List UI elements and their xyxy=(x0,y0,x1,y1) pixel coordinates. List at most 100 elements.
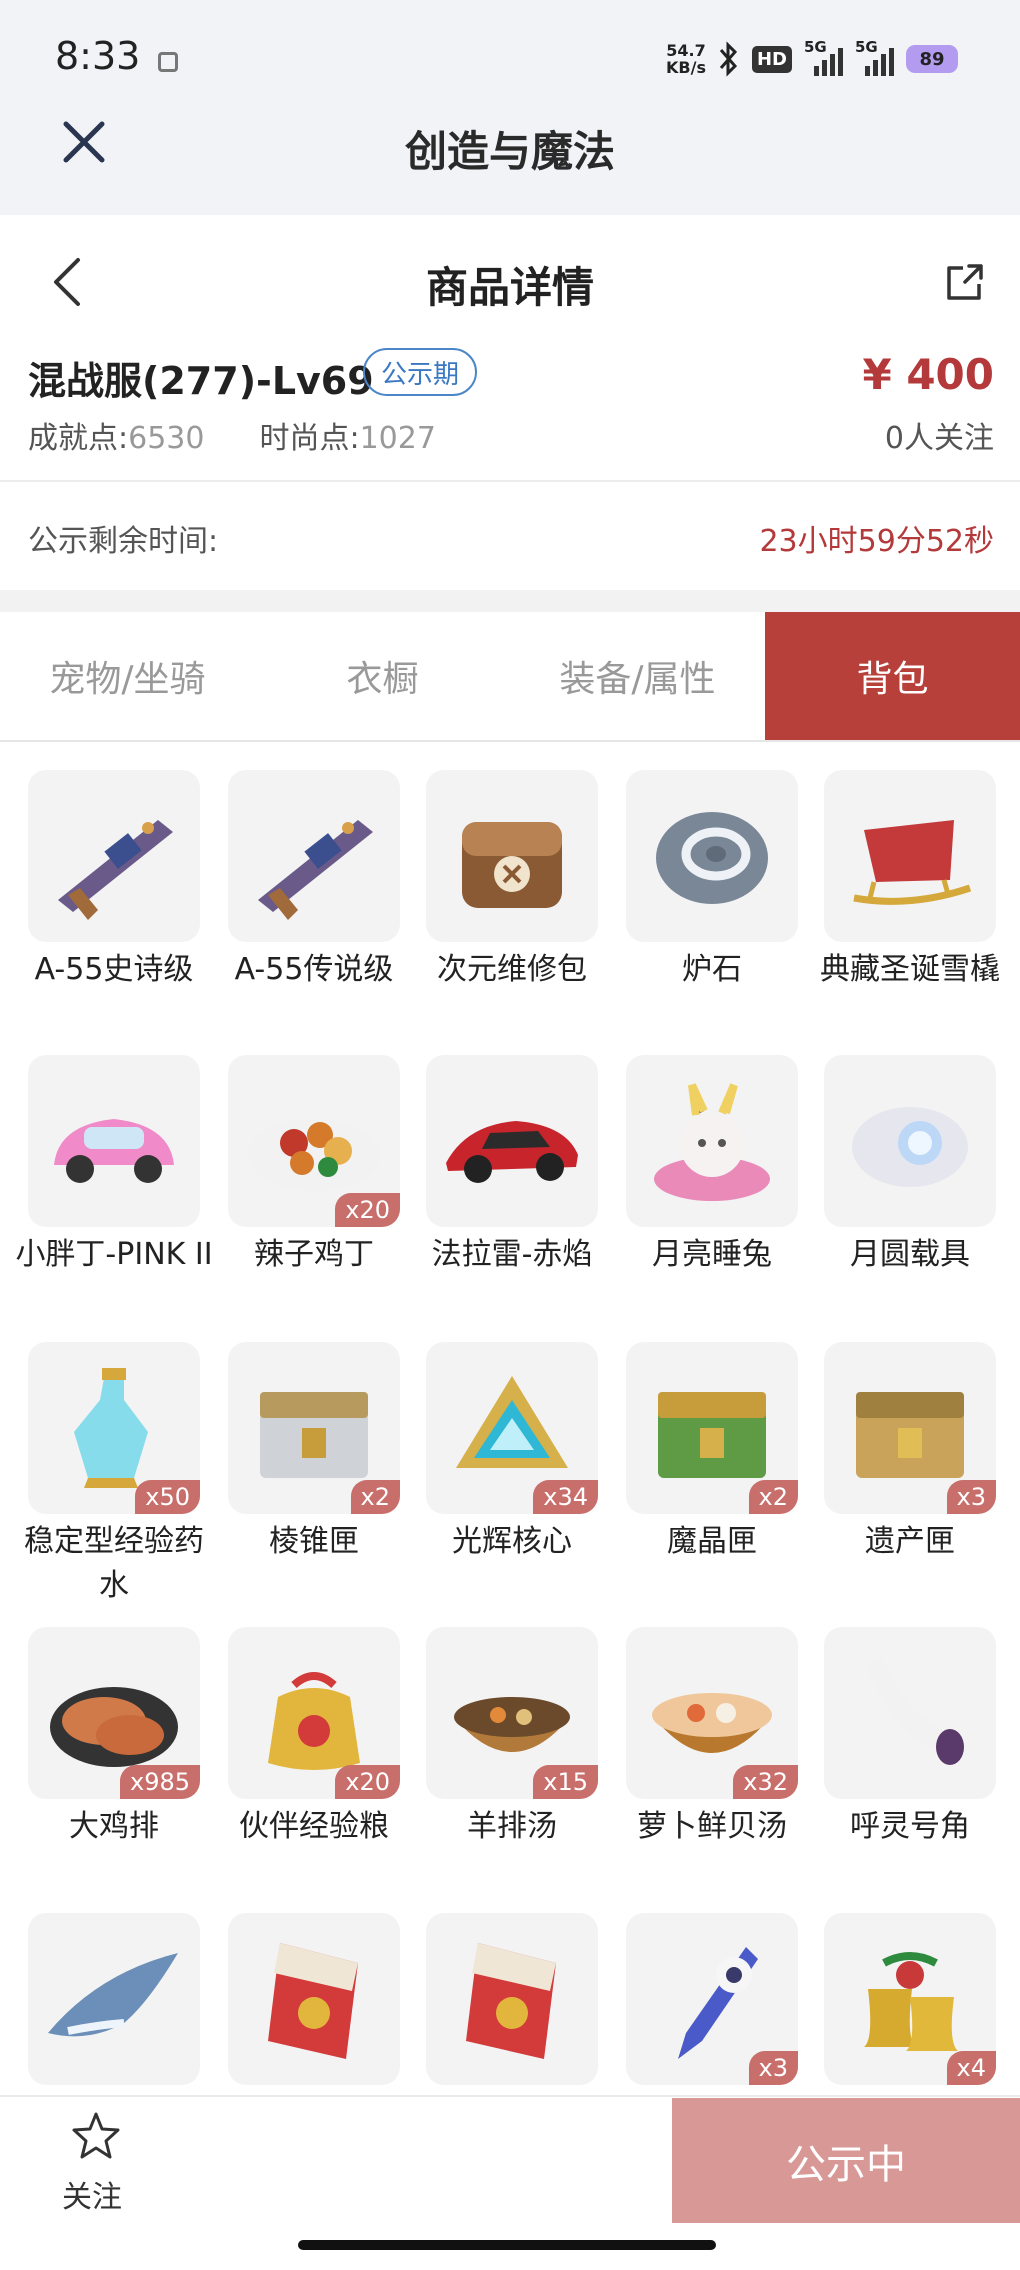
red-sports-car-icon xyxy=(446,1121,578,1183)
backpack-item[interactable]: x34 光辉核心 xyxy=(426,1342,598,1564)
backpack-item[interactable]: x2 棱锥匣 xyxy=(228,1342,400,1564)
quantity-badge: x15 xyxy=(533,1765,598,1799)
pink-car-icon xyxy=(54,1119,174,1183)
tab-equipment-attributes[interactable]: 装备/属性 xyxy=(510,612,765,740)
backpack-item[interactable]: A-55传说级 xyxy=(228,770,400,992)
item-thumbnail[interactable] xyxy=(426,770,598,942)
backpack-item[interactable]: x20 辣子鸡丁 xyxy=(228,1055,400,1277)
backpack-item[interactable]: 月圆载具 xyxy=(824,1055,996,1277)
item-thumbnail[interactable] xyxy=(824,1627,996,1799)
category-tabs: 宠物/坐骑 衣橱 装备/属性 背包 xyxy=(0,612,1020,742)
quantity-badge: x34 xyxy=(533,1480,598,1514)
item-thumbnail[interactable] xyxy=(28,1913,200,2085)
item-thumbnail[interactable]: x3 xyxy=(824,1342,996,1514)
item-thumbnail[interactable]: x32 xyxy=(626,1627,798,1799)
item-name: 炉石 xyxy=(682,952,742,987)
backpack-item[interactable]: 次元维修包 xyxy=(426,770,598,992)
quantity-badge: x3 xyxy=(748,2051,798,2085)
share-icon[interactable] xyxy=(945,262,985,302)
item-name: 小胖丁-PINK II xyxy=(15,1237,213,1272)
item-thumbnail[interactable]: x20 xyxy=(228,1055,400,1227)
repair-bag-icon xyxy=(462,822,562,908)
rifle-icon xyxy=(258,820,373,920)
bluetooth-icon xyxy=(719,41,738,77)
achievement-label: 成就点: xyxy=(28,421,129,456)
item-thumbnail[interactable] xyxy=(824,770,996,942)
item-thumbnail[interactable] xyxy=(626,1055,798,1227)
hearthstone-icon xyxy=(656,812,768,904)
quantity-badge: x2 xyxy=(748,1480,798,1514)
backpack-item[interactable]: 法拉雷-赤焰 xyxy=(426,1055,598,1277)
item-thumbnail[interactable] xyxy=(626,770,798,942)
backpack-item[interactable]: x2 魔晶匣 xyxy=(626,1342,798,1564)
item-thumbnail[interactable]: x4 xyxy=(824,1913,996,2085)
backpack-item[interactable]: 小胖丁-PINK II xyxy=(15,1055,213,1277)
item-name: 月亮睡兔 xyxy=(652,1237,772,1272)
item-name: 萝卜鲜贝汤 xyxy=(637,1809,787,1844)
backpack-item[interactable]: 炉石 xyxy=(626,770,798,992)
item-name: 月圆载具 xyxy=(850,1237,970,1272)
quantity-badge: x32 xyxy=(733,1765,798,1799)
item-thumbnail[interactable]: x50 xyxy=(28,1342,200,1514)
signal-icon: 5G xyxy=(804,38,843,76)
item-name: 魔晶匣 xyxy=(667,1524,757,1559)
announcement-button[interactable]: 公示中 xyxy=(672,2098,1020,2223)
tab-pets-mounts[interactable]: 宠物/坐骑 xyxy=(0,612,255,740)
backpack-item[interactable]: x3 遗产匣 xyxy=(824,1342,996,1564)
backpack-item[interactable]: x985 大鸡排 xyxy=(28,1627,200,1849)
sleeping-bag-icon xyxy=(268,1943,358,2059)
quantity-badge: x4 xyxy=(946,2051,996,2085)
backpack-item[interactable]: x20 伙伴经验粮 xyxy=(228,1627,400,1849)
item-thumbnail[interactable]: x15 xyxy=(426,1627,598,1799)
quantity-badge: x20 xyxy=(335,1765,400,1799)
star-icon[interactable] xyxy=(70,2110,122,2162)
countdown-label: 公示剩余时间: xyxy=(28,524,219,559)
moon-vehicle-icon xyxy=(852,1107,968,1187)
item-thumbnail[interactable]: x34 xyxy=(426,1342,598,1514)
item-thumbnail[interactable] xyxy=(426,1913,598,2085)
item-thumbnail[interactable] xyxy=(28,1055,200,1227)
item-thumbnail[interactable] xyxy=(824,1055,996,1227)
item-thumbnail[interactable]: x3 xyxy=(626,1913,798,2085)
fashion-value: 1027 xyxy=(359,421,436,456)
item-thumbnail[interactable]: x2 xyxy=(626,1342,798,1514)
backpack-item[interactable]: 呼灵号角 xyxy=(824,1627,996,1849)
sleigh-icon xyxy=(853,820,972,905)
item-thumbnail[interactable] xyxy=(228,770,400,942)
countdown-value: 23小时59分52秒 xyxy=(759,524,994,559)
item-name: 稳定型经验药水 xyxy=(24,1524,204,1603)
backpack-item[interactable]: A-55史诗级 xyxy=(28,770,200,992)
notification-icon xyxy=(158,52,178,72)
item-name: 大鸡排 xyxy=(69,1809,159,1844)
follower-count: 0人关注 xyxy=(884,421,994,456)
horn-icon xyxy=(866,1659,964,1765)
status-time: 8:33 xyxy=(55,34,141,78)
shark-icon xyxy=(48,1953,178,2037)
item-thumbnail[interactable] xyxy=(28,770,200,942)
backpack-item[interactable]: 月亮睡兔 xyxy=(626,1055,798,1277)
item-name: 辣子鸡丁 xyxy=(254,1237,374,1272)
item-thumbnail[interactable] xyxy=(228,1913,400,2085)
item-thumbnail[interactable]: x20 xyxy=(228,1627,400,1799)
network-speed: 54.7 KB/s xyxy=(666,41,706,77)
item-name: 光辉核心 xyxy=(452,1524,572,1559)
backpack-item[interactable]: x15 羊排汤 xyxy=(426,1627,598,1849)
item-thumbnail[interactable]: x2 xyxy=(228,1342,400,1514)
follow-button-label[interactable]: 关注 xyxy=(62,2172,122,2216)
item-name: 伙伴经验粮 xyxy=(239,1809,389,1844)
tab-backpack[interactable]: 背包 xyxy=(765,612,1020,740)
quantity-badge: x3 xyxy=(946,1480,996,1514)
item-thumbnail[interactable] xyxy=(426,1055,598,1227)
tab-wardrobe[interactable]: 衣橱 xyxy=(255,612,510,740)
item-thumbnail[interactable]: x985 xyxy=(28,1627,200,1799)
rifle-icon xyxy=(58,820,173,920)
backpack-item[interactable]: x50 稳定型经验药水 xyxy=(24,1342,204,1608)
backpack-item[interactable]: 典藏圣诞雪橇 xyxy=(820,770,1000,992)
moon-rabbit-icon xyxy=(654,1083,770,1201)
item-name: 次元维修包 xyxy=(437,952,587,987)
divider xyxy=(0,480,1020,482)
backpack-item[interactable]: x32 萝卜鲜贝汤 xyxy=(626,1627,798,1849)
page-title: 商品详情 xyxy=(425,263,594,312)
item-name: 法拉雷-赤焰 xyxy=(431,1237,593,1272)
achievement-value: 6530 xyxy=(128,421,205,456)
